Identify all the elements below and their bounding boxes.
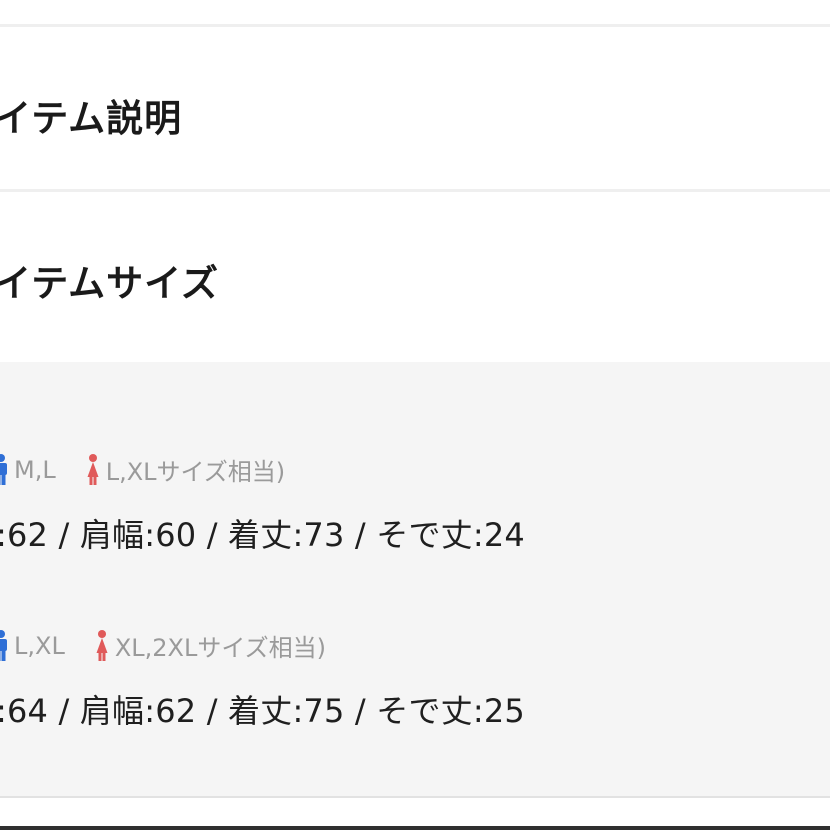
top-strip bbox=[0, 0, 830, 24]
size-row-2-header: L,XL XL,2XLサイズ相当) bbox=[0, 628, 326, 663]
bottom-edge bbox=[0, 826, 830, 830]
item-detail-page: イテム説明 イテムサイズ M,L L,XLサイズ相当):62 / 肩幅:60 … bbox=[0, 0, 830, 830]
female-figure-icon bbox=[86, 453, 100, 486]
item-description-heading: イテム説明 bbox=[0, 97, 183, 140]
size-row-1-header: M,L L,XLサイズ相当) bbox=[0, 452, 285, 487]
top-divider bbox=[0, 24, 830, 27]
male-figure-icon bbox=[0, 629, 8, 662]
male-figure-icon bbox=[0, 453, 8, 486]
size-row-1-measurements: :62 / 肩幅:60 / 着丈:73 / そで丈:24 bbox=[0, 516, 525, 554]
size-row-2-measurements: :64 / 肩幅:62 / 着丈:75 / そで丈:25 bbox=[0, 692, 525, 730]
section-divider bbox=[0, 189, 830, 192]
female-size-label: L,XLサイズ相当) bbox=[105, 458, 286, 486]
size-panel: M,L L,XLサイズ相当) :62 / 肩幅:60 / 着丈:73 / そで丈… bbox=[0, 362, 830, 796]
female-size-label: XL,2XLサイズ相当) bbox=[114, 634, 326, 662]
male-size-label: M,L bbox=[14, 455, 56, 484]
female-figure-icon bbox=[95, 629, 109, 662]
male-size-label: L,XL bbox=[14, 631, 65, 660]
item-size-heading: イテムサイズ bbox=[0, 262, 220, 305]
